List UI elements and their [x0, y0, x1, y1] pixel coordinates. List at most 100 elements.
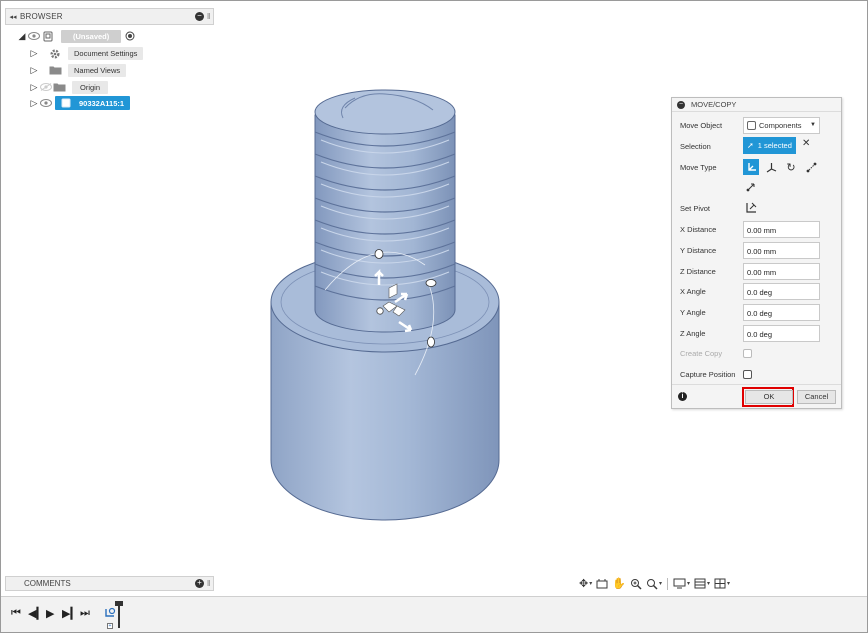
x-distance-input[interactable]: 0.00 mm [743, 220, 820, 238]
display-settings-icon[interactable]: ▾ [672, 577, 691, 591]
x-distance-label: X Distance [680, 224, 717, 234]
document-icon [41, 31, 55, 41]
move-object-label: Move Object [680, 120, 723, 130]
collapse-icon[interactable]: − [677, 100, 685, 109]
feature-badge-icon: + [107, 623, 113, 629]
y-distance-input[interactable]: 0.00 mm [743, 241, 820, 259]
browser-header[interactable]: ◂◂ BROWSER − ‖ [5, 8, 214, 25]
panel-handle-icon[interactable]: ‖ [207, 12, 213, 21]
add-comment-icon[interactable]: + [195, 579, 204, 588]
set-pivot-icon[interactable] [743, 200, 759, 216]
screw-thread[interactable] [314, 89, 456, 333]
x-angle-row: X Angle 0.0 deg [672, 281, 841, 301]
point-to-point-icon[interactable] [803, 159, 819, 175]
component-icon [747, 120, 756, 130]
eye-hidden-icon[interactable] [39, 82, 53, 92]
zoom-icon[interactable]: ▾ [645, 577, 663, 591]
root-label[interactable]: (Unsaved) [61, 29, 122, 43]
move-object-row: Move Object Components ▼ [672, 115, 841, 135]
create-copy-checkbox[interactable] [743, 349, 752, 358]
set-pivot-row: Set Pivot [672, 198, 841, 218]
z-angle-label: Z Angle [680, 328, 706, 338]
free-move-icon[interactable] [743, 159, 759, 175]
gear-icon [49, 48, 62, 59]
comments-title: COMMENTS [24, 579, 71, 588]
tree-item-label: Origin [72, 80, 109, 94]
model-viewport[interactable] [265, 80, 505, 528]
z-distance-row: Z Distance 0.00 mm [672, 261, 841, 281]
expand-triangle-icon[interactable]: ▷ [29, 82, 39, 93]
expand-triangle-icon[interactable]: ▷ [29, 98, 39, 109]
grid-icon[interactable]: ▾ [693, 577, 711, 591]
timeline-marker[interactable] [115, 601, 123, 629]
browser-title: BROWSER [20, 12, 63, 21]
tree-item-label: Named Views [68, 63, 127, 77]
rotate-handle-icon[interactable] [374, 249, 384, 259]
step-forward-icon[interactable]: ▶▎ [62, 607, 79, 620]
z-angle-input[interactable]: 0.0 deg [743, 324, 820, 342]
expand-triangle-icon[interactable]: ◢ [17, 31, 27, 42]
look-at-icon[interactable] [595, 577, 609, 591]
move-object-value: Components [759, 120, 802, 130]
collapse-icon[interactable]: ◂◂ [6, 13, 20, 21]
minimize-icon[interactable]: − [195, 12, 204, 21]
expand-triangle-icon[interactable]: ▷ [29, 65, 39, 76]
tree-item-label[interactable]: 90332A115:1 [55, 96, 131, 110]
browser-panel: ◂◂ BROWSER − ‖ ◢ (Unsaved) ▷ Document Se… [5, 8, 214, 120]
expand-triangle-icon[interactable]: ▷ [29, 48, 39, 59]
x-distance-row: X Distance 0.00 mm [672, 219, 841, 239]
ok-button[interactable]: OK [745, 390, 793, 404]
rotate-handle-icon[interactable] [425, 279, 437, 287]
move-type-row: Move Type ↻ [672, 157, 841, 177]
selection-button[interactable]: ➚ 1 selected [743, 137, 796, 154]
folder-icon [49, 65, 62, 75]
move-object-dropdown[interactable]: Components ▼ [743, 116, 820, 134]
y-angle-input[interactable]: 0.0 deg [743, 303, 820, 321]
tree-item-named-views[interactable]: ▷ Named Views [29, 63, 127, 77]
viewports-icon[interactable]: ▾ [713, 577, 731, 591]
go-to-end-icon[interactable]: ⏭ [80, 607, 90, 620]
tree-item-document-settings[interactable]: ▷ Document Settings [29, 46, 144, 60]
tree-item-label: Document Settings [68, 46, 144, 60]
y-angle-row: Y Angle 0.0 deg [672, 302, 841, 322]
step-back-icon[interactable]: ◀▎ [28, 607, 45, 620]
create-copy-label: Create Copy [680, 348, 723, 358]
x-angle-label: X Angle [680, 286, 706, 296]
play-icon[interactable]: ▶ [46, 607, 54, 620]
folder-icon [53, 82, 66, 92]
create-copy-row: Create Copy [672, 343, 841, 363]
navigation-toolbar: ✥ ▾ ✋ ▾ ▾ ▾ ▾ [578, 575, 750, 592]
move-type-row-2 [672, 176, 841, 196]
tree-item-origin[interactable]: ▷ Origin [29, 80, 109, 94]
cancel-button[interactable]: Cancel [797, 390, 836, 404]
cursor-arrow-icon: ➚ [747, 141, 754, 150]
point-to-position-icon[interactable] [743, 178, 759, 194]
clear-selection-icon[interactable]: ✕ [802, 138, 810, 149]
eye-icon[interactable] [27, 31, 41, 41]
go-to-start-icon[interactable]: ⏮ [11, 607, 21, 620]
y-distance-label: Y Distance [680, 245, 717, 255]
toolbar-divider [666, 577, 668, 590]
orbit-icon[interactable]: ✥ ▾ [578, 577, 593, 591]
tree-root[interactable]: ◢ (Unsaved) [17, 29, 137, 43]
dropdown-arrow-icon: ▼ [810, 122, 816, 128]
panel-handle-icon[interactable]: ‖ [207, 579, 213, 588]
pan-icon[interactable]: ✋ [611, 577, 627, 591]
translate-icon[interactable] [763, 159, 779, 175]
zoom-window-icon[interactable] [629, 577, 643, 591]
z-distance-label: Z Distance [680, 266, 716, 276]
activate-radio-icon[interactable] [123, 31, 137, 41]
z-distance-input[interactable]: 0.00 mm [743, 262, 820, 280]
comments-panel[interactable]: COMMENTS + ‖ [5, 576, 214, 591]
set-pivot-label: Set Pivot [680, 203, 711, 213]
tree-item-component[interactable]: ▷ 90332A115:1 [29, 96, 131, 110]
component-icon [61, 98, 71, 108]
eye-icon[interactable] [39, 98, 53, 108]
x-angle-input[interactable]: 0.0 deg [743, 282, 820, 300]
capture-position-checkbox[interactable] [743, 370, 752, 379]
dialog-footer: i OK Cancel [672, 384, 841, 408]
info-icon[interactable]: i [678, 392, 687, 401]
dialog-header[interactable]: − MOVE/COPY [672, 98, 841, 112]
rotate-icon[interactable]: ↻ [783, 159, 799, 175]
rotate-handle-icon[interactable] [427, 336, 435, 348]
